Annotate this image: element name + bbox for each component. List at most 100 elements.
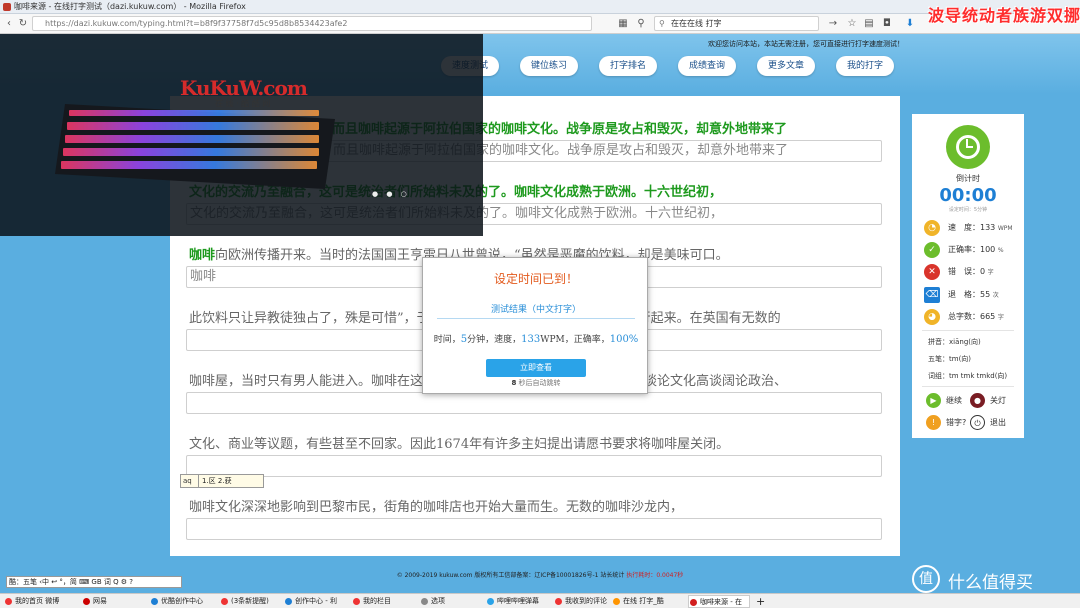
nav-ranking[interactable]: 打字排名 [599,56,657,76]
bookmark-item[interactable]: 哔哩哔哩弹幕 [486,595,548,608]
modal-result: 时间，5分钟，速度，133WPM，正确率，100% [423,332,649,345]
control-label: 退出 [990,418,1006,427]
stat-label: 总字数： [948,312,980,321]
reload-icon[interactable]: ↻ [16,17,30,31]
url-text: https://dazi.kukuw.com/typing.html?t=b8f… [45,19,348,28]
source-line: 文化、商业等议题，有些甚至不回家。因此1674年有许多主妇提出请愿书要求将咖啡屋… [189,433,729,452]
untyped-text: 咖啡文化深深地影响到巴黎市民，街角的咖啡店也开始大量而生。无数的咖啡沙龙内， [189,500,684,515]
nav-key-practice[interactable]: 键位练习 [520,56,578,76]
bookmark-label: 优酷创作中心 [161,597,203,605]
stats-sidebar: 倒计时 00:00 设定时间：5分钟 ◔ 速 度：133 WPM ✓ 正确率：1… [912,114,1024,438]
bookmark-label: 网易 [93,597,107,605]
typing-input[interactable] [186,392,882,414]
result-modal: 设定时间已到！ 测试结果（中文打字） 时间，5分钟，速度，133WPM，正确率，… [422,257,648,394]
source-line: 咖啡文化深深地影响到巴黎市民，街角的咖啡店也开始大量而生。无数的咖啡沙龙内， [189,496,683,515]
nav-my-typing[interactable]: 我的打字 [836,56,894,76]
bookmark-bar: 我的首页 微博 网易 优酷创作中心 (3条新提醒) 创作中心 - 利 我的栏目 … [0,593,1080,608]
bookmark-item[interactable]: 网易 [82,595,126,608]
star-icon[interactable]: ☆ [845,17,859,31]
nav-score-query[interactable]: 成绩查询 [678,56,736,76]
new-tab-icon[interactable]: + [754,595,768,608]
typing-input[interactable] [186,518,882,540]
clock-icon [946,125,990,169]
ime-candidate-window: aq 1.区 2.获 [180,474,264,488]
search-input[interactable]: ⚲ 在在在线 打字 [654,16,819,31]
site-logo-sub: 在 线 · 酷 酷 网 [215,99,271,108]
bookmark-label: 哔哩哔哩弹幕 [497,597,539,605]
countdown-label: 倒计时 [956,174,980,183]
time-unit: 分钟，速度， [467,335,522,345]
bookmark-icon [151,598,158,605]
watermark-logo-icon: 值 [912,565,940,593]
bookmark-icon [221,598,228,605]
bookmark-item[interactable]: 在线 打字_酷 [612,595,682,608]
countdown-note: 设定时间：5分钟 [948,207,988,213]
bookmark-item[interactable]: 优酷创作中心 [150,595,210,608]
pinyin-hint: 拼音：xiāng(向) [928,338,981,346]
bookmark-item[interactable]: 我收到的评论 [554,595,610,608]
footer-exec: 执行耗时：0.0047秒 [626,572,684,579]
redirect-seconds: 8 [511,379,517,387]
go-icon[interactable]: → [826,17,840,31]
welcome-text: 欢迎您访问本站，本站无需注册，您可直接进行打字速度测试！ [708,40,904,48]
redirect-label: 秒后自动跳转 [518,379,561,387]
stat-unit: % [997,247,1004,254]
redirect-text: 8 秒后自动跳转 [423,378,649,388]
bookmark-icon [613,598,620,605]
view-now-button[interactable]: 立即查看 [486,359,586,377]
reader-icon[interactable]: ▤ [862,17,876,31]
ime-code: aq [181,475,199,487]
search-icon: ⚲ [659,19,665,28]
bookmark-item[interactable]: 创作中心 - 利 [284,595,344,608]
countdown: 00:00 [939,185,997,206]
control-label: 错字? [946,418,967,427]
stat-value: 0 [980,267,986,276]
stat-unit: WPM [997,225,1013,232]
back-icon[interactable]: ‹ [2,17,16,31]
ime-status-bar[interactable]: 酷：五笔 ‹中 ↩ °，简 ⌨ GB 词 Q ⚙ ? [6,576,182,588]
modal-subtitle: 测试结果（中文打字） [490,305,581,315]
stat-value: 665 [980,312,996,321]
bookmark-item[interactable]: 我的首页 微博 [4,595,72,608]
bookmark-label: 我的首页 微博 [15,597,60,605]
bookmark-label: 选项 [431,597,445,605]
speedometer-icon: ◔ [924,220,940,236]
stat-accuracy: ✓ 正确率：100 % [924,242,1024,258]
backspace-icon: ⌫ [924,287,940,303]
typed-text: 咖啡 [189,248,216,263]
typing-input[interactable] [186,455,882,477]
bookmark-item[interactable]: 我的栏目 [352,595,404,608]
control-label: 继续 [946,396,962,405]
shield-icon[interactable]: ◘ [880,17,894,31]
download-icon[interactable]: ⬇ [903,17,917,31]
ime-candidates[interactable]: 1.区 2.获 [199,477,232,485]
stat-errors: ✕ 错 误：0 字 [924,264,1024,280]
url-bar[interactable]: https://dazi.kukuw.com/typing.html?t=b8f… [32,16,592,31]
firefox-icon [3,3,11,11]
nav-more-articles[interactable]: 更多文章 [757,56,815,76]
play-icon: ▶ [926,393,941,408]
bookmark-label: 我的栏目 [363,597,391,605]
slide-dots[interactable]: ● ● ○ [372,190,410,198]
bookmark-item-active[interactable]: 咖啡来源 - 在 [688,595,750,608]
bookmark-item[interactable]: (3条新提醒) [220,595,282,608]
bookmark-label: 我收到的评论 [565,597,607,605]
speed-unit: WPM，正确率， [540,335,610,345]
bookmark-icon [421,598,428,605]
stat-unit: 次 [992,292,999,299]
control-label: 关灯 [990,396,1006,405]
bookmark-item[interactable]: 选项 [420,595,464,608]
bookmark-icon [83,598,90,605]
qr-icon[interactable]: ▦ [616,17,630,31]
stat-unit: 字 [997,314,1004,321]
stat-value: 100 [980,245,996,254]
check-icon: ✓ [924,242,940,258]
stat-label: 正确率： [948,245,980,254]
site-logo[interactable]: KuKuW.com [180,76,308,100]
divider [922,386,1014,387]
pin-icon[interactable]: ⚲ [634,17,648,31]
watermark: 值 什么值得买 [912,565,1072,593]
cizu-hint: 词组：tm tmk tmkd(向) [928,372,1008,380]
pie-icon: ◕ [924,309,940,325]
stat-label: 退 格： [948,290,980,299]
